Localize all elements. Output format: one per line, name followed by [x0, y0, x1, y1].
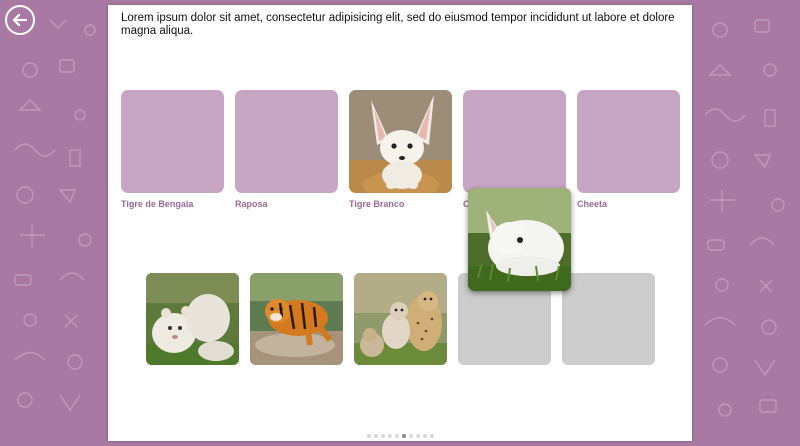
card-white-lion-cubs[interactable] — [146, 273, 239, 365]
cheetah-with-cubs-photo — [354, 273, 447, 365]
card-empty-slot — [562, 273, 655, 365]
white-rabbit-photo — [468, 188, 571, 291]
card-cheetah-with-cubs[interactable] — [354, 273, 447, 365]
back-button[interactable] — [5, 5, 35, 35]
dragging-card-white-rabbit[interactable] — [468, 188, 571, 291]
page-dot[interactable] — [408, 434, 413, 438]
slot-label: Cheeta — [577, 199, 608, 209]
drop-slot-tigre-branco[interactable] — [349, 90, 452, 193]
page-dot[interactable] — [415, 434, 420, 438]
page-dot[interactable] — [422, 434, 427, 438]
page-dot[interactable] — [380, 434, 385, 438]
page-dot[interactable] — [429, 434, 434, 438]
activity-panel: Lorem ipsum dolor sit amet, consectetur … — [108, 5, 692, 441]
page-dot[interactable] — [394, 434, 399, 438]
white-lion-cubs-photo — [146, 273, 239, 365]
bengal-tiger-photo — [250, 273, 343, 365]
page-indicator — [108, 434, 692, 438]
fennec-fox-photo — [349, 90, 452, 193]
drop-slot-c[interactable] — [463, 90, 566, 193]
drop-slot-raposa[interactable] — [235, 90, 338, 193]
slot-label: Raposa — [235, 199, 268, 209]
instructions-text: Lorem ipsum dolor sit amet, consectetur … — [121, 12, 675, 37]
slot-label: Tigre de Bengala — [121, 199, 194, 209]
page-dot[interactable] — [387, 434, 392, 438]
page-dot[interactable] — [366, 434, 371, 438]
page-dot-current[interactable] — [401, 434, 406, 438]
slot-label: Tigre Branco — [349, 199, 405, 209]
drop-slot-cheeta[interactable] — [577, 90, 680, 193]
card-bengal-tiger[interactable] — [250, 273, 343, 365]
page-dot[interactable] — [373, 434, 378, 438]
back-arrow-icon — [12, 13, 28, 27]
drop-slot-tigre-de-bengala[interactable] — [121, 90, 224, 193]
